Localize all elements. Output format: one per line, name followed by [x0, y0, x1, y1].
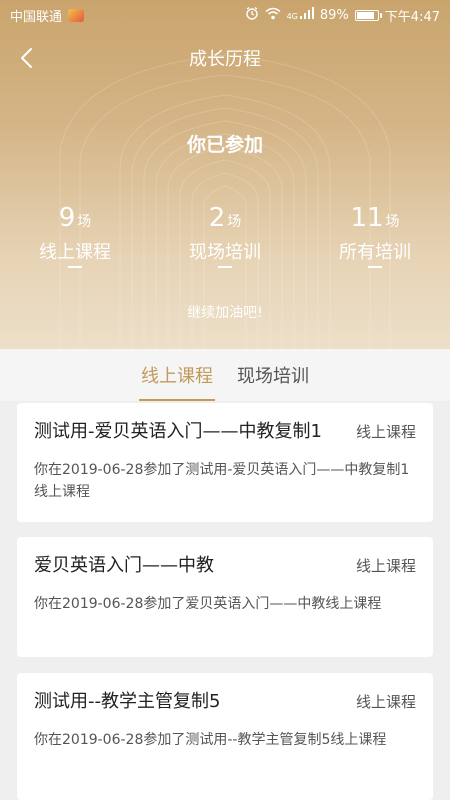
chevron-left-icon [21, 48, 32, 68]
record-title: 测试用--教学主管复制5 [34, 691, 221, 712]
page-title: 成长历程 [189, 49, 261, 70]
record-card[interactable]: 测试用--教学主管复制5 线上课程 你在2019-06-28参加了测试用--教学… [17, 673, 433, 800]
record-type-tag: 线上课程 [355, 423, 416, 441]
battery-icon [354, 9, 382, 21]
header-hero: 中国联通 4G 89% 下午4:47 成长历程 你已参加 9场 线上课程 2 场… [0, 0, 450, 349]
back-button[interactable] [10, 42, 42, 74]
tab-bar: 线上课程 现场培训 [0, 349, 450, 401]
stat-online-courses[interactable]: 9场 线上课程 [0, 200, 150, 268]
encourage-text: 继续加油吧! [187, 305, 263, 321]
stat-label: 线上课程 [39, 242, 111, 263]
record-title: 测试用-爱贝英语入门——中教复制1 [34, 421, 322, 442]
battery-percent: 89% [319, 7, 349, 23]
stat-value: 2 [208, 203, 226, 233]
network-type-label: 4G [286, 11, 298, 21]
status-bar: 中国联通 4G 89% 下午4:47 [0, 0, 450, 30]
stat-underline [68, 266, 82, 268]
record-type-tag: 线上课程 [355, 693, 416, 711]
summary-title: 你已参加 [186, 134, 263, 156]
stat-unit: 场 [227, 214, 242, 230]
stat-onsite-training[interactable]: 2场 现场培训 [150, 200, 300, 268]
stat-unit: 场 [77, 214, 92, 230]
stat-label: 所有培训 [339, 242, 411, 263]
record-description: 你在2019-06-28参加了爱贝英语入门——中教线上课程 [34, 596, 382, 612]
alarm-icon [245, 6, 259, 24]
record-description: 你在2019-06-28参加了测试用-爱贝英语入门——中教复制1线上课程 [34, 462, 410, 500]
tab-online-courses[interactable]: 线上课程 [139, 349, 215, 401]
stat-underline [368, 266, 382, 268]
stat-label: 现场培训 [189, 242, 261, 263]
record-type-tag: 线上课程 [355, 557, 416, 575]
stat-underline [218, 266, 232, 268]
stat-all-training[interactable]: 11 场 所有培训 [300, 200, 450, 268]
stats-row: 9场 线上课程 2场 现场培训 11 场 所有培训 [0, 200, 450, 280]
nav-bar: 成长历程 [0, 38, 450, 78]
wifi-icon [265, 7, 281, 24]
stat-unit: 场 [385, 214, 400, 230]
signal-icon [299, 7, 314, 23]
carrier-app-icon [68, 8, 85, 22]
record-title: 爱贝英语入门——中教 [34, 555, 214, 576]
stat-value: 11 [350, 203, 384, 233]
tab-onsite-training[interactable]: 现场培训 [235, 349, 311, 401]
record-card[interactable]: 爱贝英语入门——中教 线上课程 你在2019-06-28参加了爱贝英语入门——中… [17, 537, 433, 657]
record-card[interactable]: 测试用-爱贝英语入门——中教复制1 线上课程 你在2019-06-28参加了测试… [17, 403, 433, 522]
record-description: 你在2019-06-28参加了测试用--教学主管复制5线上课程 [34, 732, 387, 748]
clock-time: 下午4:47 [384, 9, 440, 25]
carrier-label: 中国联通 [10, 9, 63, 25]
stat-value: 9 [58, 203, 76, 233]
